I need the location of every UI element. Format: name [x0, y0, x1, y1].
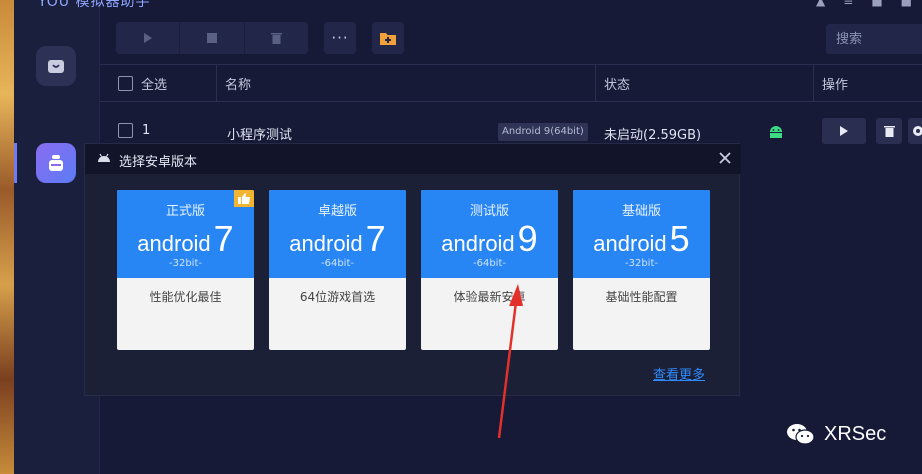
- status-column-header: 状态: [596, 65, 814, 102]
- card-bitness: -32bit-: [625, 258, 658, 269]
- app-store-icon: [48, 60, 64, 73]
- batch-stop-button[interactable]: [180, 22, 245, 54]
- select-all-header[interactable]: 全选: [100, 65, 217, 102]
- card-os-name: android: [289, 231, 363, 256]
- add-folder-button[interactable]: [372, 22, 404, 54]
- view-more-link[interactable]: 查看更多: [653, 364, 705, 383]
- select-all-checkbox[interactable]: [118, 76, 133, 91]
- wechat-icon: [787, 424, 815, 445]
- card-bitness: -64bit-: [473, 258, 506, 269]
- search-input[interactable]: [826, 24, 922, 54]
- sidebar-active-indicator: [14, 143, 17, 183]
- close-window-icon[interactable]: ■: [901, 0, 912, 8]
- background-game-art: [0, 0, 14, 474]
- card-description: 体验最新安卓: [453, 290, 526, 304]
- sidebar-item-emulators[interactable]: [36, 143, 76, 183]
- row-checkbox[interactable]: [118, 123, 133, 138]
- card-version: android7: [269, 218, 406, 260]
- version-card-android-9-64bit[interactable]: 测试版 android9 -64bit- 体验最新安卓: [421, 190, 558, 350]
- card-header: 正式版 android7 -32bit-: [117, 190, 254, 278]
- play-icon: [143, 33, 152, 43]
- table-header: 全选 名称 状态 操作: [100, 64, 922, 102]
- version-card-android-7-32bit[interactable]: 正式版 android7 -32bit- 性能优化最佳: [117, 190, 254, 350]
- settings-button[interactable]: [908, 118, 922, 144]
- emulator-icon: [49, 155, 63, 171]
- more-button[interactable]: ···: [324, 22, 356, 54]
- bell-icon[interactable]: ▲: [816, 0, 825, 8]
- card-version: android5: [573, 218, 710, 260]
- delete-emulator-button[interactable]: [876, 118, 902, 144]
- row-name: 小程序测试: [227, 128, 293, 143]
- menu-icon[interactable]: ≡: [843, 0, 853, 8]
- android-version-badge: Android 9(64bit): [498, 123, 588, 141]
- card-version-number: 7: [365, 218, 386, 259]
- card-description: 性能优化最佳: [149, 290, 222, 304]
- select-all-label: 全选: [141, 78, 168, 93]
- version-card-android-7-64bit[interactable]: 卓越版 android7 -64bit- 64位游戏首选: [269, 190, 406, 350]
- dialog-title: 选择安卓版本: [119, 155, 198, 170]
- card-header: 卓越版 android7 -64bit-: [269, 190, 406, 278]
- trash-icon: [883, 126, 895, 137]
- app-title: YOU 模拟器助手: [38, 0, 151, 10]
- title-bar: YOU 模拟器助手 ▲ ≡ ■ ■: [14, 0, 922, 10]
- card-version-number: 5: [669, 218, 690, 259]
- dialog-header: 选择安卓版本: [85, 144, 741, 174]
- card-header: 测试版 android9 -64bit-: [421, 190, 558, 278]
- stop-icon: [206, 33, 217, 43]
- gear-icon: [913, 126, 922, 136]
- toolbar: ···: [100, 22, 922, 60]
- card-edition-label: 测试版: [469, 204, 509, 219]
- close-icon[interactable]: [717, 150, 733, 166]
- watermark: XRSec: [786, 422, 886, 446]
- card-edition-label: 基础版: [621, 204, 661, 219]
- play-icon: [840, 126, 848, 136]
- sidebar-item-apps[interactable]: [36, 46, 76, 86]
- batch-delete-button[interactable]: [245, 22, 308, 54]
- card-version-number: 7: [213, 218, 234, 259]
- window-controls: ▲ ≡ ■ ■: [816, 0, 912, 8]
- android-icon: [770, 126, 782, 138]
- card-header: 基础版 android5 -32bit-: [573, 190, 710, 278]
- batch-actions: [116, 22, 308, 54]
- start-emulator-button[interactable]: [822, 118, 866, 144]
- name-column-header: 名称: [217, 65, 596, 102]
- card-bitness: -32bit-: [169, 258, 202, 269]
- card-edition-label: 卓越版: [317, 204, 357, 219]
- batch-start-button[interactable]: [116, 22, 181, 54]
- card-version: android9: [421, 218, 558, 260]
- android-version-dialog: 选择安卓版本 正式版 android7 -32bit- 性能优化最佳 卓越版 a…: [84, 143, 741, 396]
- ops-column-header: 操作: [822, 78, 849, 93]
- card-description: 基础性能配置: [605, 290, 678, 304]
- minimize-icon[interactable]: ■: [871, 0, 882, 8]
- card-version: android7: [117, 218, 254, 260]
- row-index: 1: [142, 123, 151, 138]
- android-icon: [98, 153, 110, 162]
- card-description: 64位游戏首选: [299, 290, 376, 304]
- version-card-android-5-32bit[interactable]: 基础版 android5 -32bit- 基础性能配置: [573, 190, 710, 350]
- card-bitness: -64bit-: [321, 258, 354, 269]
- card-version-number: 9: [517, 218, 538, 259]
- trash-icon: [270, 33, 282, 44]
- card-os-name: android: [137, 231, 211, 256]
- watermark-text: XRSec: [824, 422, 887, 445]
- recommended-badge: [234, 190, 254, 207]
- folder-add-icon: [380, 33, 396, 45]
- card-os-name: android: [441, 231, 515, 256]
- row-status: 未启动(2.59GB): [604, 128, 702, 143]
- card-os-name: android: [593, 231, 667, 256]
- thumbs-up-icon: [238, 193, 250, 204]
